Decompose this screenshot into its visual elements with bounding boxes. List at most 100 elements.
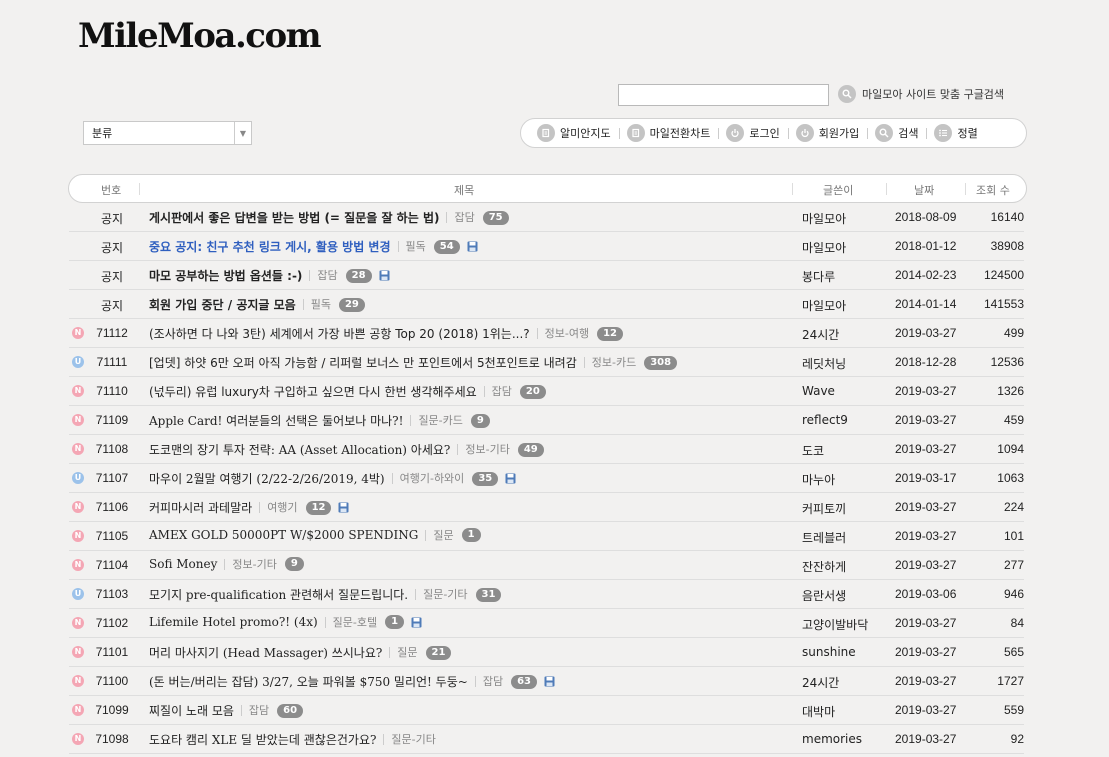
toolbar-item[interactable]: 마일전환차트	[618, 124, 719, 142]
post-author[interactable]: Wave	[802, 384, 835, 398]
post-title-link[interactable]: 도코맨의 장기 투자 전략: AA (Asset Allocation) 아세요…	[149, 441, 450, 458]
search-icon	[838, 85, 856, 103]
table-row[interactable]: U 71107 마우이 2월말 여행기 (2/22-2/26/2019, 4박) 여행…	[69, 464, 1024, 493]
table-row[interactable]: N 71110 (넋두리) 유럽 luxury차 구입하고 싶으면 다시 한번 생각…	[69, 377, 1024, 406]
post-category[interactable]: 여행기	[259, 502, 298, 513]
post-category[interactable]: 여행기-하와이	[391, 473, 464, 484]
post-author[interactable]: 고양이발바닥	[802, 616, 868, 633]
post-title-link[interactable]: 마우이 2월말 여행기 (2/22-2/26/2019, 4박)	[149, 470, 385, 487]
post-category[interactable]: 잡담	[474, 676, 503, 687]
post-author[interactable]: 잔잔하게	[802, 558, 846, 575]
post-title-link[interactable]: 커피마시러 과테말라	[149, 499, 252, 516]
post-title-link[interactable]: 회원 가입 중단 / 공지글 모음	[149, 296, 296, 313]
table-row[interactable]: N 71112 (조사하면 다 나와 3탄) 세계에서 가장 바쁜 공항 Top 2…	[69, 319, 1024, 348]
post-title-link[interactable]: 머리 마사지기 (Head Massager) 쓰시나요?	[149, 644, 382, 661]
post-category[interactable]: 질문-기타	[415, 589, 468, 600]
comment-count-badge: 29	[338, 297, 365, 312]
table-row[interactable]: N 71098 도요타 캠리 XLE 딜 받았는데 괜찮은건가요? 질문-기타 memo…	[69, 725, 1024, 754]
post-date: 2019-03-27	[895, 500, 957, 514]
post-category[interactable]: 필독	[397, 241, 426, 252]
post-title-link[interactable]: 도요타 캠리 XLE 딜 받았는데 괜찮은건가요?	[149, 731, 376, 748]
post-title-link[interactable]: (돈 버는/버리는 잡담) 3/27, 오늘 파워볼 $750 밀리언! 두둥~	[149, 673, 468, 690]
google-search-button[interactable]: 마일모아 사이트 맞춤 구글검색	[838, 83, 1004, 105]
table-row[interactable]: N 71100 (돈 버는/버리는 잡담) 3/27, 오늘 파워볼 $750 밀리…	[69, 667, 1024, 696]
toolbar-item[interactable]: 검색	[867, 124, 926, 142]
comment-count-badge: 31	[475, 587, 502, 602]
post-views: 1063	[997, 471, 1024, 485]
post-category[interactable]: 잡담	[240, 705, 269, 716]
table-row[interactable]: N 71099 찌질이 노래 모음 잡담 60 대박마 2019-03-27 559	[69, 696, 1024, 725]
header-divider	[792, 183, 793, 195]
post-author[interactable]: 음란서생	[802, 587, 846, 604]
post-author[interactable]: 커피토끼	[802, 500, 846, 517]
toolbar-item[interactable]: 알미안지도	[529, 124, 619, 142]
post-author[interactable]: sunshine	[802, 645, 856, 659]
table-row[interactable]: N 71106 커피마시러 과테말라 여행기 12 커피토끼 2019-03-27 224	[69, 493, 1024, 522]
post-title-link[interactable]: 모기지 pre-qualification 관련해서 질문드립니다.	[149, 586, 408, 603]
table-row[interactable]: 공지 회원 가입 중단 / 공지글 모음 필독 29 마일모아 2014-01-14 141…	[69, 290, 1024, 319]
post-author[interactable]: 마일모아	[802, 297, 846, 314]
post-category[interactable]: 정보-여행	[536, 328, 589, 339]
post-category[interactable]: 잡담	[483, 386, 512, 397]
table-row[interactable]: N 71108 도코맨의 장기 투자 전략: AA (Asset Allocatio…	[69, 435, 1024, 464]
post-category[interactable]: 정보-카드	[583, 357, 636, 368]
table-row[interactable]: 공지 마모 공부하는 방법 옵션들 :-) 잡담 28 봉다루 2014-02-23 124…	[69, 261, 1024, 290]
post-category[interactable]: 질문	[425, 529, 454, 541]
post-author[interactable]: 마누아	[802, 471, 835, 488]
search-input[interactable]	[618, 84, 829, 106]
post-title-link[interactable]: Lifemile Hotel promo?! (4x)	[149, 615, 318, 629]
post-category[interactable]: 질문	[389, 647, 418, 658]
post-date: 2019-03-27	[895, 732, 957, 746]
category-select[interactable]: 분류 ▼	[83, 121, 252, 145]
table-row[interactable]: U 71103 모기지 pre-qualification 관련해서 질문드립니다.…	[69, 580, 1024, 609]
post-author[interactable]: 24시간	[802, 326, 839, 343]
site-logo[interactable]: MileMoa.com	[78, 16, 322, 56]
post-category[interactable]: 정보-기타	[457, 444, 510, 455]
toolbar-item[interactable]: 정렬	[926, 124, 985, 142]
post-views: 1326	[997, 384, 1024, 398]
toolbar-item[interactable]: 회원가입	[787, 124, 867, 142]
post-date: 2019-03-27	[895, 326, 957, 340]
post-author[interactable]: 트레블러	[802, 529, 846, 546]
table-row[interactable]: N 71109 Apple Card! 여러분들의 선택은 둘어보나 마나?! 질문-…	[69, 406, 1024, 435]
post-title-link[interactable]: Apple Card! 여러분들의 선택은 둘어보나 마나?!	[149, 412, 403, 429]
table-row[interactable]: U 71111 [업뎃] 하얏 6만 오퍼 아직 가능함 / 리퍼럴 보너스 만 포…	[69, 348, 1024, 377]
post-category[interactable]: 필독	[302, 299, 331, 310]
post-views: 141553	[983, 297, 1024, 311]
post-title-link[interactable]: (조사하면 다 나와 3탄) 세계에서 가장 바쁜 공항 Top 20 (201…	[149, 325, 530, 342]
post-category[interactable]: 정보-기타	[224, 558, 277, 570]
post-title-link[interactable]: Sofi Money	[149, 557, 217, 571]
post-author[interactable]: 레딧처닝	[802, 355, 846, 372]
chevron-down-icon: ▼	[234, 122, 251, 144]
toolbar-item[interactable]: 로그인	[718, 124, 787, 142]
post-author[interactable]: reflect9	[802, 413, 848, 427]
post-author[interactable]: 대박마	[802, 703, 835, 720]
toolbar-item-label: 알미안지도	[560, 127, 611, 140]
post-category[interactable]: 질문-호텔	[324, 616, 377, 628]
post-author[interactable]: 도코	[802, 442, 824, 459]
post-title-link[interactable]: 게시판에서 좋은 답변을 받는 방법 (= 질문을 잘 하는 법)	[149, 209, 439, 226]
post-author[interactable]: 마일모아	[802, 239, 846, 256]
post-title-link[interactable]: 찌질이 노래 모음	[149, 702, 234, 719]
header-author: 글쓴이	[823, 184, 854, 197]
post-author[interactable]: memories	[802, 732, 862, 746]
post-title-link[interactable]: 마모 공부하는 방법 옵션들 :-)	[149, 267, 302, 284]
post-title-link[interactable]: (넋두리) 유럽 luxury차 구입하고 싶으면 다시 한번 생각해주세요	[149, 383, 477, 400]
post-title-link[interactable]: AMEX GOLD 50000PT W/$2000 SPENDING	[149, 528, 418, 542]
post-author[interactable]: 마일모아	[802, 210, 846, 227]
post-category[interactable]: 질문-카드	[410, 415, 463, 426]
post-author[interactable]: 24시간	[802, 674, 839, 691]
table-row[interactable]: 공지 중요 공지: 친구 추천 링크 게시, 활용 방법 변경 필독 54 마일모아 20…	[69, 232, 1024, 261]
post-title-link[interactable]: 중요 공지: 친구 추천 링크 게시, 활용 방법 변경	[149, 238, 391, 255]
table-row[interactable]: 공지 게시판에서 좋은 답변을 받는 방법 (= 질문을 잘 하는 법) 잡담 75 마…	[69, 203, 1024, 232]
post-category[interactable]: 잡담	[309, 270, 338, 281]
post-category[interactable]: 질문-기타	[383, 734, 436, 745]
post-category[interactable]: 잡담	[446, 212, 475, 223]
table-row[interactable]: N 71104 Sofi Money 정보-기타 9 잔잔하게 2019-03-27 277	[69, 551, 1024, 580]
toolbar-item-label: 회원가입	[818, 127, 860, 140]
post-title-link[interactable]: [업뎃] 하얏 6만 오퍼 아직 가능함 / 리퍼럴 보너스 만 포인트에서 5…	[149, 354, 577, 371]
table-row[interactable]: N 71105 AMEX GOLD 50000PT W/$2000 SPENDING…	[69, 522, 1024, 551]
table-row[interactable]: N 71102 Lifemile Hotel promo?! (4x) 질문-호텔 1 고…	[69, 609, 1024, 638]
table-row[interactable]: N 71101 머리 마사지기 (Head Massager) 쓰시나요? 질문 21 s…	[69, 638, 1024, 667]
post-author[interactable]: 봉다루	[802, 268, 835, 285]
